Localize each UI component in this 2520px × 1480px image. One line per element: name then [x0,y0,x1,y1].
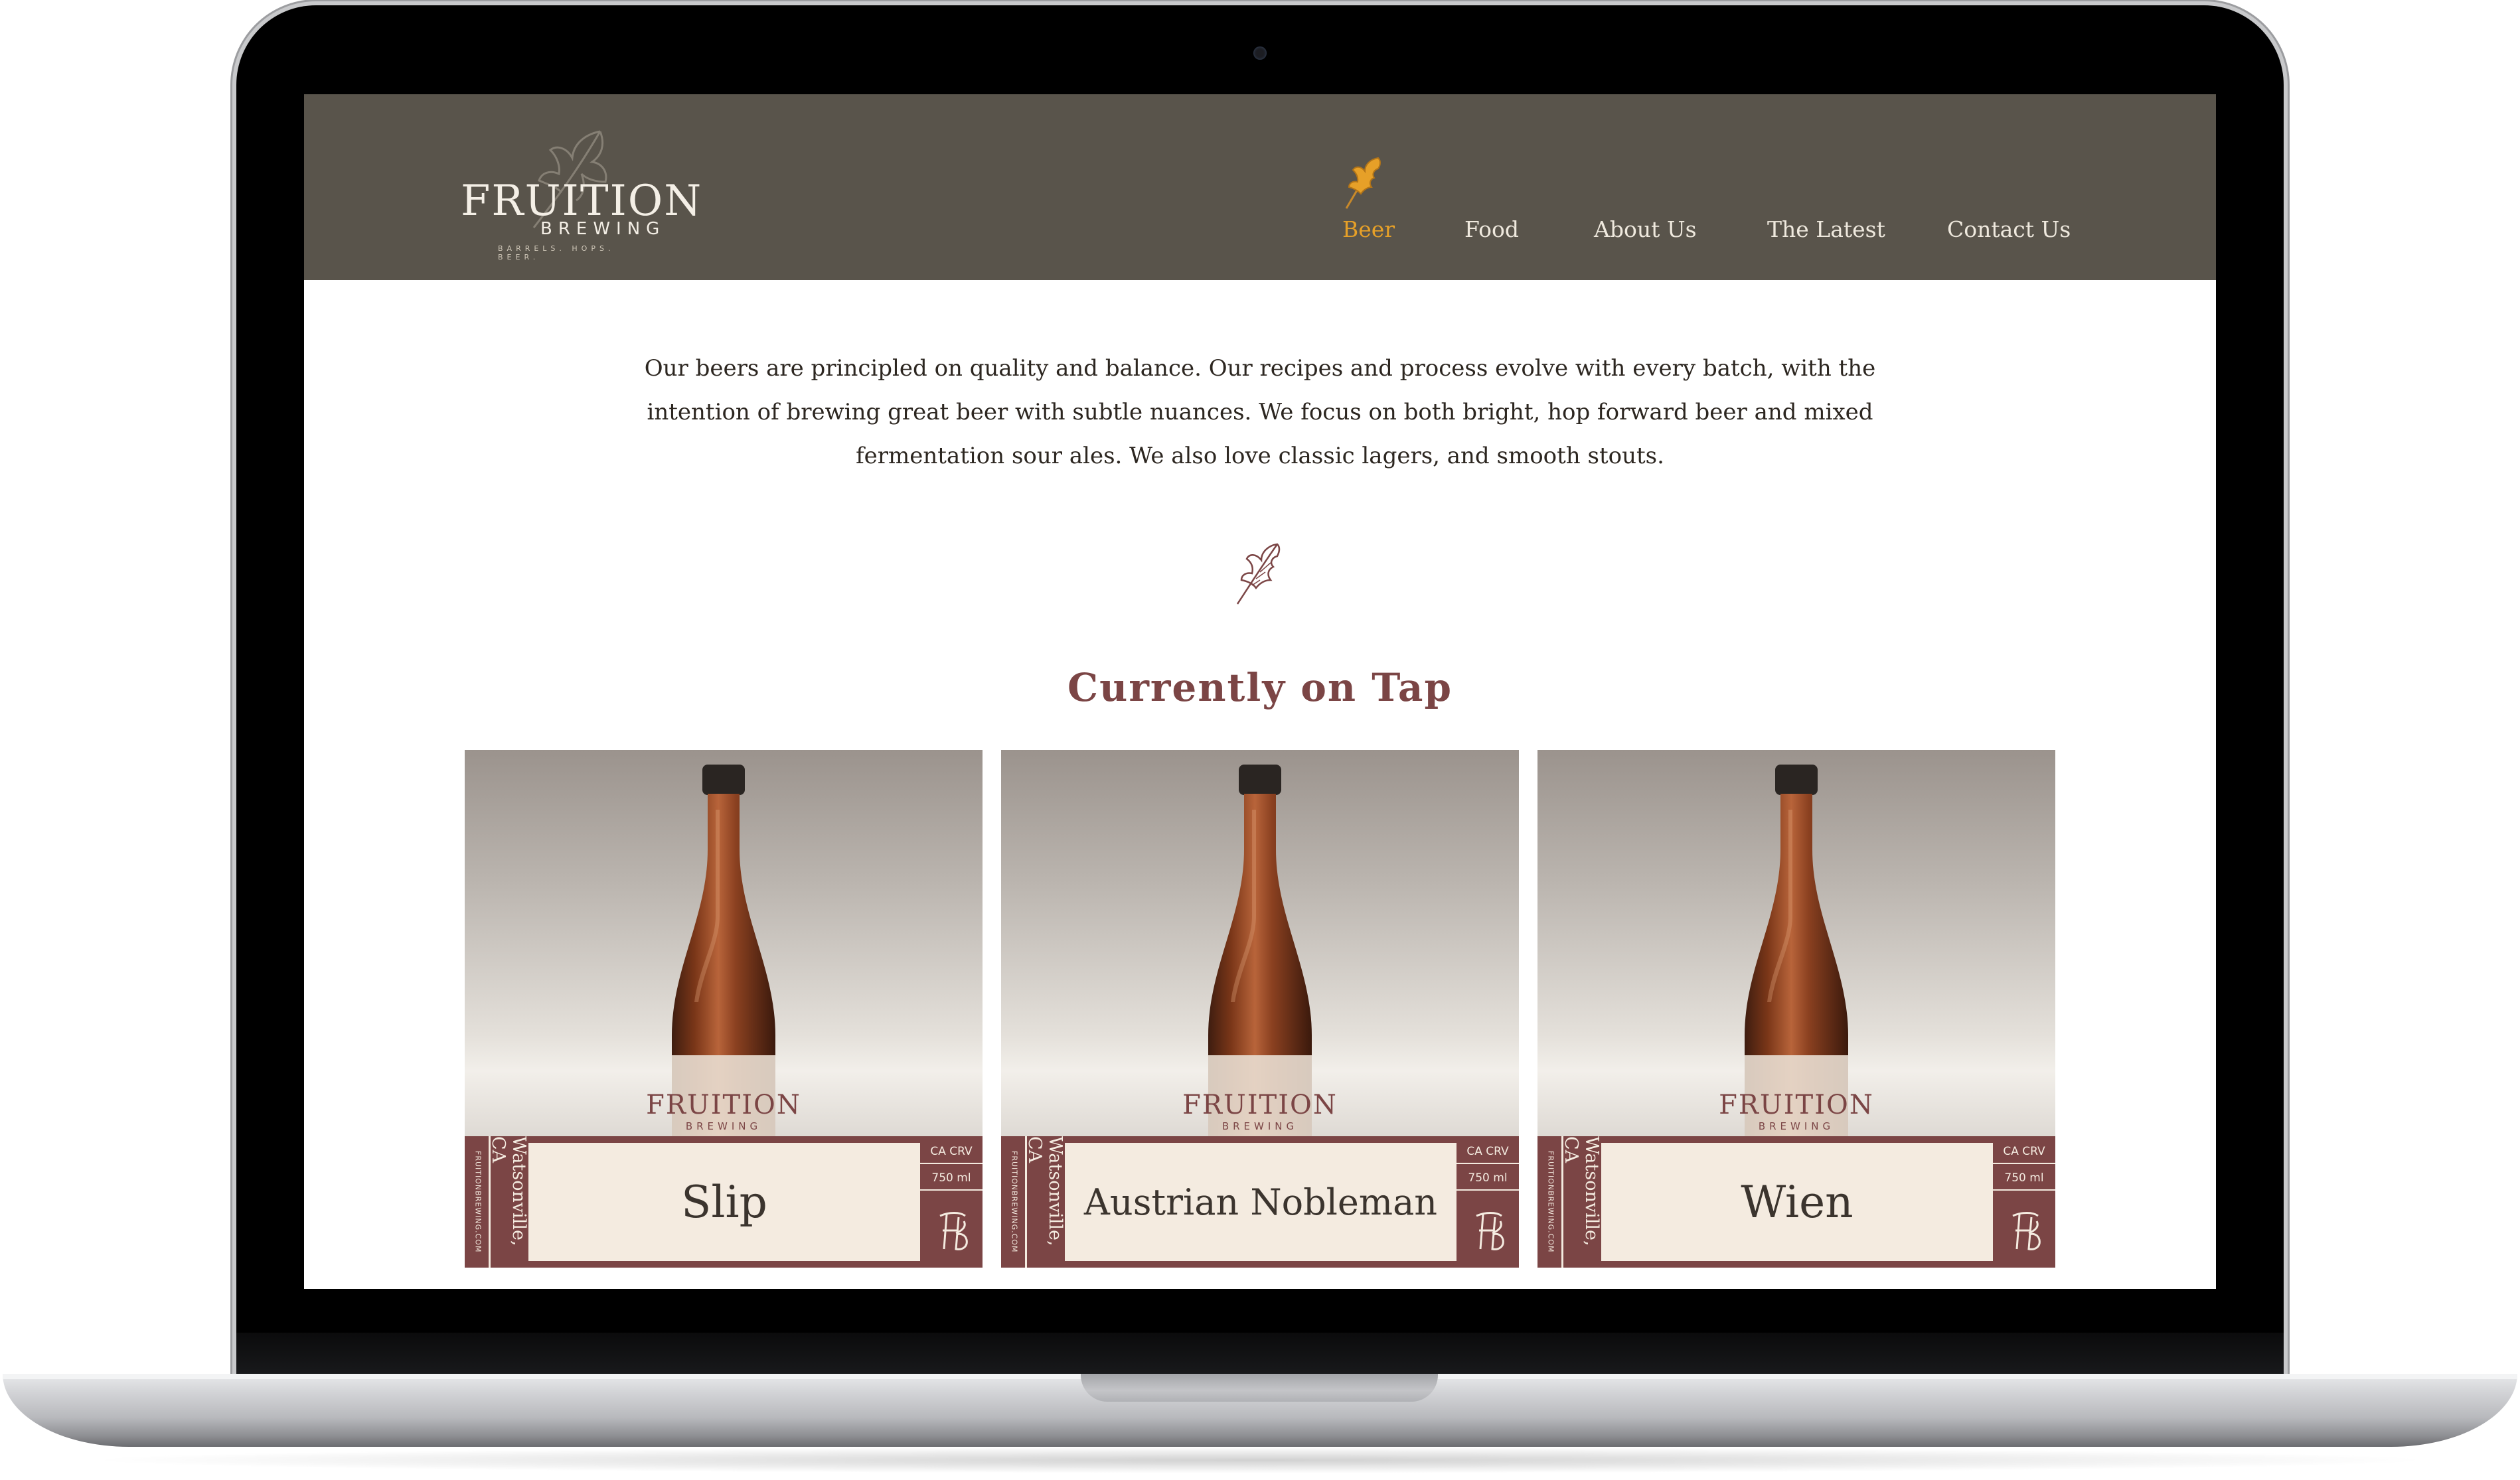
nav-item-contact-us[interactable]: Contact Us [1947,216,2071,242]
beer-label: FRUITIONBREWING.COM Watsonville, CA Aust… [1001,1136,1519,1268]
label-name-panel: Wien [1601,1143,1993,1261]
label-crv: CA CRV [920,1140,983,1164]
oak-leaf-icon [1345,157,1381,209]
label-city: Watsonville, CA [1561,1136,1602,1246]
bottle-image [1745,765,1848,1142]
nav-item-the-latest[interactable]: The Latest [1767,216,1885,242]
label-city: Watsonville, CA [488,1136,529,1246]
fb-monogram-icon [1476,1212,1504,1250]
label-name-panel: Slip [528,1143,920,1261]
fb-monogram-icon [939,1212,968,1250]
oak-leaf-divider-icon [1236,543,1281,605]
beer-card[interactable]: FRUITION BREWING FRUITIONBREWING.COM Wat… [1001,750,1519,1268]
bottle-logo-subtitle: BREWING [685,1120,762,1132]
label-city: Watsonville, CA [1024,1136,1065,1246]
label-name-panel: Austrian Nobleman [1065,1143,1457,1261]
beer-name: Slip [681,1176,767,1228]
label-website: FRUITIONBREWING.COM [1546,1151,1555,1253]
nav-item-beer[interactable]: Beer [1342,216,1395,242]
laptop-opening-notch [1081,1374,1438,1402]
label-volume: 750 ml [1457,1167,1519,1191]
beer-card[interactable]: FRUITION BREWING FRUITIONBREWING.COM Wat… [1537,750,2055,1268]
bottle-logo-wordmark: FRUITION [1182,1090,1338,1120]
bottle-logo-wordmark: FRUITION [646,1090,801,1120]
label-crv: CA CRV [1457,1140,1519,1164]
main-nav: Beer Food About Us The Latest Contact Us [304,94,2216,280]
nav-item-about-us[interactable]: About Us [1594,216,1697,242]
intro-paragraph: Our beers are principled on quality and … [644,355,1876,469]
nav-item-food[interactable]: Food [1464,216,1519,242]
beer-name: Austrian Nobleman [1083,1181,1438,1223]
bottle-image [672,765,775,1142]
label-volume: 750 ml [1993,1167,2055,1191]
bottle-logo-subtitle: BREWING [1221,1120,1299,1132]
bottle-logo-wordmark: FRUITION [1719,1090,1874,1120]
site-header: FRUITION BREWING BARRELS. HOPS. BEER. Be… [304,94,2216,280]
beer-label: FRUITIONBREWING.COM Watsonville, CA Wien… [1537,1136,2055,1268]
label-volume: 750 ml [920,1167,983,1191]
beer-label: FRUITIONBREWING.COM Watsonville, CA Slip… [465,1136,983,1268]
bottle-logo-subtitle: BREWING [1758,1120,1835,1132]
section-title: Currently on Tap [1067,665,1453,710]
bottle-image [1208,765,1312,1142]
beer-name: Wien [1741,1176,1853,1228]
label-website: FRUITIONBREWING.COM [473,1151,483,1253]
label-website: FRUITIONBREWING.COM [1010,1151,1019,1253]
beer-card[interactable]: FRUITION BREWING FRUITIONBREWING.COM Wat… [465,750,983,1268]
label-crv: CA CRV [1993,1140,2055,1164]
browser-viewport: FRUITION BREWING BARRELS. HOPS. BEER. Be… [304,94,2216,1289]
camera-icon [1253,46,1267,60]
fb-monogram-icon [2012,1212,2041,1250]
laptop-shadow [80,1447,2440,1473]
